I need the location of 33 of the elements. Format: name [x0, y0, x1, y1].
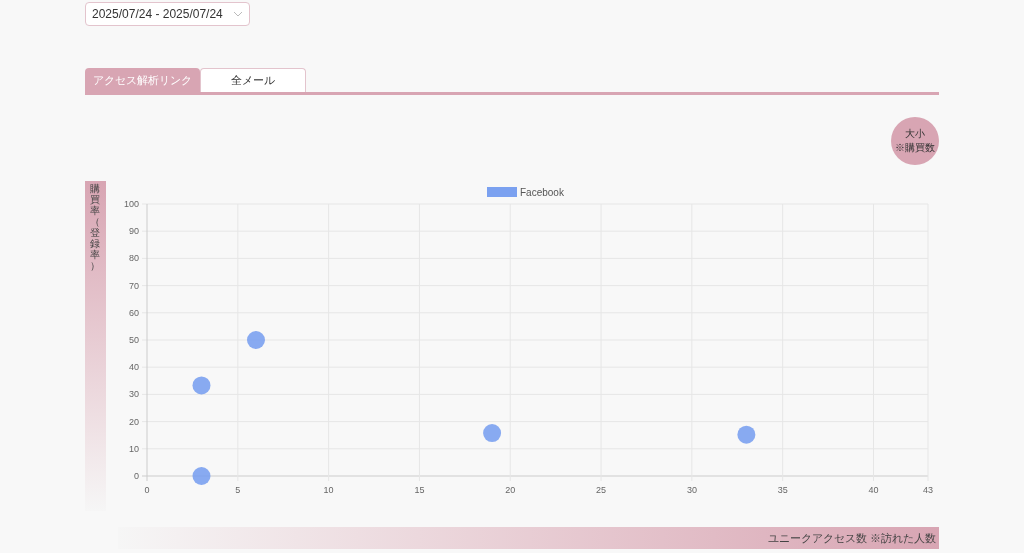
data-bubble	[192, 467, 211, 485]
x-tick-label: 40	[868, 485, 879, 495]
x-tick-label: 20	[505, 485, 516, 495]
x-tick-label: 10	[323, 485, 334, 495]
tab[interactable]: 全メール	[200, 68, 306, 92]
x-tick-label: 25	[596, 485, 607, 495]
data-bubble	[737, 425, 756, 444]
y-tick-label: 80	[128, 253, 139, 264]
y-axis-label: 購買率（登録率）	[90, 183, 101, 273]
x-tick-label: 0	[144, 485, 150, 495]
legend-swatch	[486, 187, 517, 197]
y-tick-label: 0	[133, 471, 139, 481]
date-range-select[interactable]: 2025/07/24 - 2025/07/24	[85, 2, 250, 26]
x-tick-label: 15	[414, 485, 425, 495]
x-tick-label: 5	[235, 485, 241, 495]
y-tick-label: 30	[128, 389, 139, 400]
y-tick-label: 60	[128, 307, 139, 318]
x-tick-label: 30	[686, 485, 697, 495]
x-tick-label: 35	[777, 485, 788, 495]
size-legend-badge: 大小 ※購買数	[891, 117, 939, 165]
y-tick-label: 20	[128, 416, 139, 427]
y-tick-label: 40	[128, 362, 139, 373]
data-bubble	[246, 331, 265, 349]
y-tick-label: 50	[128, 335, 139, 345]
y-tick-label: 70	[128, 280, 139, 291]
data-bubble	[192, 376, 211, 395]
y-tick-label: 100	[123, 199, 139, 209]
y-tick-label: 10	[128, 443, 139, 454]
chevron-down-icon	[233, 11, 243, 17]
data-bubble	[483, 424, 502, 442]
x-tick-label: 43	[922, 485, 933, 495]
legend-label: Facebook	[519, 187, 564, 198]
y-tick-label: 90	[128, 226, 139, 237]
